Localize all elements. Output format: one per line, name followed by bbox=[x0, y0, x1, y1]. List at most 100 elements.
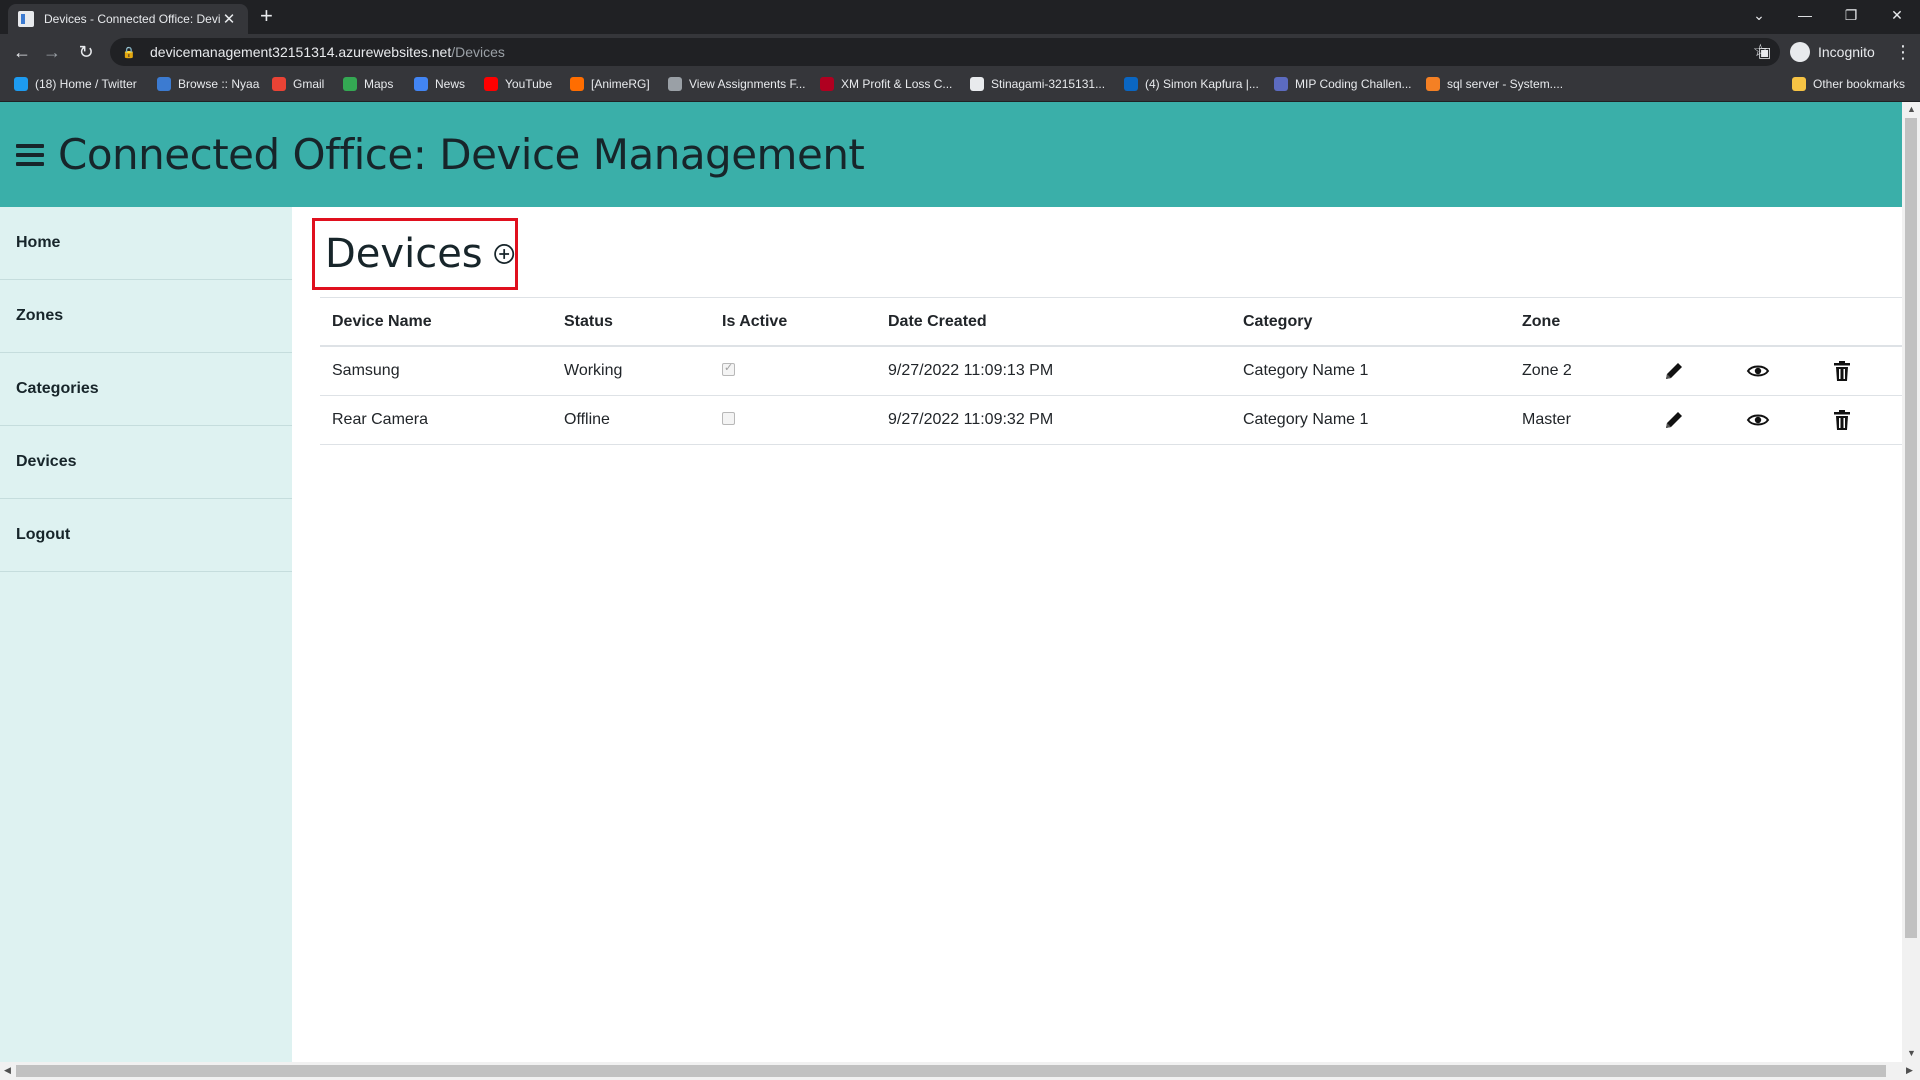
profile-button[interactable]: Incognito bbox=[1790, 38, 1875, 66]
table-header-row: Device Name Status Is Active Date Create… bbox=[320, 298, 1902, 347]
cell-device-name: Samsung bbox=[320, 346, 552, 396]
bookmark-item[interactable]: (4) Simon Kapfura |... bbox=[1124, 77, 1259, 91]
side-panel-icon[interactable]: ▣ bbox=[1758, 38, 1771, 66]
main-content: Devices Device Name Status Is Active Dat… bbox=[292, 207, 1902, 1080]
minimize-button[interactable]: — bbox=[1782, 0, 1828, 30]
bookmark-item[interactable]: Browse :: Nyaa bbox=[157, 77, 259, 91]
restore-button[interactable]: ❐ bbox=[1828, 0, 1874, 30]
heading-highlight-box: Devices bbox=[312, 218, 518, 290]
app-title: Connected Office: Device Management bbox=[58, 130, 865, 179]
delete-trash-icon[interactable] bbox=[1830, 359, 1854, 383]
profile-label: Incognito bbox=[1818, 44, 1875, 60]
forward-button[interactable]: → bbox=[38, 38, 66, 66]
scroll-right-arrow-icon[interactable]: ▶ bbox=[1906, 1065, 1913, 1076]
bookmark-item[interactable]: MIP Coding Challen... bbox=[1274, 77, 1412, 91]
cell-zone: Zone 2 bbox=[1510, 346, 1650, 396]
close-window-button[interactable]: ✕ bbox=[1874, 0, 1920, 30]
bookmark-item[interactable]: [AnimeRG] bbox=[570, 77, 650, 91]
bookmark-item[interactable]: (18) Home / Twitter bbox=[14, 77, 137, 91]
sidebar-item-logout[interactable]: Logout bbox=[0, 499, 292, 572]
cell-status: Offline bbox=[552, 395, 710, 445]
edit-pencil-icon[interactable] bbox=[1662, 408, 1686, 432]
view-eye-icon[interactable] bbox=[1746, 408, 1770, 432]
edit-pencil-icon[interactable] bbox=[1662, 359, 1686, 383]
sidebar-item-zones[interactable]: Zones bbox=[0, 280, 292, 353]
column-header-zone: Zone bbox=[1510, 298, 1650, 347]
column-header-device-name: Device Name bbox=[320, 298, 552, 347]
bookmark-item[interactable]: XM Profit & Loss C... bbox=[820, 77, 952, 91]
bookmark-favicon-icon bbox=[1124, 77, 1138, 91]
scroll-down-arrow-icon[interactable]: ▼ bbox=[1907, 1048, 1916, 1058]
hamburger-menu-icon[interactable] bbox=[16, 143, 44, 166]
column-header-is-active: Is Active bbox=[710, 298, 876, 347]
sidebar-item-home[interactable]: Home bbox=[0, 207, 292, 280]
cell-delete bbox=[1818, 346, 1902, 396]
bookmark-item[interactable]: News bbox=[414, 77, 465, 91]
bookmark-label: Maps bbox=[364, 77, 394, 91]
bookmark-item[interactable]: View Assignments F... bbox=[668, 77, 806, 91]
scroll-up-arrow-icon[interactable]: ▲ bbox=[1907, 104, 1916, 114]
bookmark-item[interactable]: sql server - System.... bbox=[1426, 77, 1563, 91]
bookmark-label: XM Profit & Loss C... bbox=[841, 77, 953, 91]
horizontal-scroll-thumb[interactable] bbox=[16, 1065, 1886, 1077]
is-active-checkbox bbox=[722, 361, 735, 376]
incognito-icon bbox=[1790, 42, 1810, 62]
bookmark-label: Browse :: Nyaa bbox=[178, 77, 260, 91]
bookmark-favicon-icon bbox=[820, 77, 834, 91]
scroll-left-arrow-icon[interactable]: ◀ bbox=[4, 1065, 11, 1076]
cell-zone: Master bbox=[1510, 395, 1650, 445]
horizontal-scrollbar[interactable]: ◀ ▶ bbox=[0, 1062, 1920, 1080]
bookmark-label: Stinagami-3215131... bbox=[991, 77, 1106, 91]
browser-tab[interactable]: Devices - Connected Office: Devi ✕ bbox=[8, 4, 248, 34]
vertical-scroll-thumb[interactable] bbox=[1905, 118, 1917, 938]
delete-trash-icon[interactable] bbox=[1830, 408, 1854, 432]
bookmark-item[interactable]: Maps bbox=[343, 77, 393, 91]
back-button[interactable]: ← bbox=[8, 38, 36, 66]
bookmark-label: Gmail bbox=[293, 77, 325, 91]
app-header: Connected Office: Device Management bbox=[0, 102, 1902, 207]
add-device-icon[interactable] bbox=[493, 238, 515, 270]
address-bar[interactable]: 🔒 devicemanagement32151314.azurewebsites… bbox=[110, 38, 1780, 66]
browser-tab-strip: Devices - Connected Office: Devi ✕ + ⌄ —… bbox=[0, 0, 1920, 34]
page-viewport: Connected Office: Device Management Home… bbox=[0, 102, 1920, 1080]
column-header-details bbox=[1734, 298, 1818, 347]
column-header-delete bbox=[1818, 298, 1902, 347]
tab-title: Devices - Connected Office: Devi bbox=[44, 12, 220, 26]
cell-device-name: Rear Camera bbox=[320, 395, 552, 445]
view-eye-icon[interactable] bbox=[1746, 359, 1770, 383]
browser-menu-icon[interactable]: ⋮ bbox=[1894, 38, 1912, 66]
bookmark-item[interactable]: YouTube bbox=[484, 77, 552, 91]
is-active-checkbox bbox=[722, 411, 735, 425]
cell-details bbox=[1734, 346, 1818, 396]
vertical-scrollbar[interactable]: ▲ ▼ bbox=[1902, 102, 1920, 1062]
bookmark-label: YouTube bbox=[505, 77, 553, 91]
cell-date-created: 9/27/2022 11:09:13 PM bbox=[876, 346, 1231, 396]
cell-status: Working bbox=[552, 346, 710, 396]
close-tab-icon[interactable]: ✕ bbox=[220, 10, 238, 28]
bookmarks-bar: (18) Home / Twitter Browse :: Nyaa Gmail Ma… bbox=[0, 70, 1920, 102]
column-header-date-created: Date Created bbox=[876, 298, 1231, 347]
bookmark-favicon-icon bbox=[1274, 77, 1288, 91]
bookmark-favicon-icon bbox=[14, 77, 28, 91]
sidebar-nav: Home Zones Categories Devices Logout bbox=[0, 207, 292, 1080]
bookmark-label: MIP Coding Challen... bbox=[1295, 77, 1412, 91]
bookmark-favicon-icon bbox=[1426, 77, 1440, 91]
tab-search-chevron-icon[interactable]: ⌄ bbox=[1736, 0, 1782, 30]
new-tab-button[interactable]: + bbox=[260, 3, 273, 29]
reload-button[interactable]: ↻ bbox=[72, 38, 100, 66]
bookmark-favicon-icon bbox=[272, 77, 286, 91]
sidebar-item-devices[interactable]: Devices bbox=[0, 426, 292, 499]
bookmark-item[interactable]: Gmail bbox=[272, 77, 324, 91]
bookmark-item[interactable]: Stinagami-3215131... bbox=[970, 77, 1105, 91]
bookmark-favicon-icon bbox=[157, 77, 171, 91]
bookmark-label: View Assignments F... bbox=[689, 77, 806, 91]
sidebar-item-categories[interactable]: Categories bbox=[0, 353, 292, 426]
other-bookmarks[interactable]: Other bookmarks bbox=[1792, 77, 1905, 91]
bookmark-label: [AnimeRG] bbox=[591, 77, 650, 91]
bookmark-favicon-icon bbox=[668, 77, 682, 91]
cell-is-active bbox=[710, 395, 876, 445]
column-header-status: Status bbox=[552, 298, 710, 347]
bookmark-favicon-icon bbox=[970, 77, 984, 91]
page-favicon-icon bbox=[18, 11, 34, 27]
bookmark-favicon-icon bbox=[570, 77, 584, 91]
